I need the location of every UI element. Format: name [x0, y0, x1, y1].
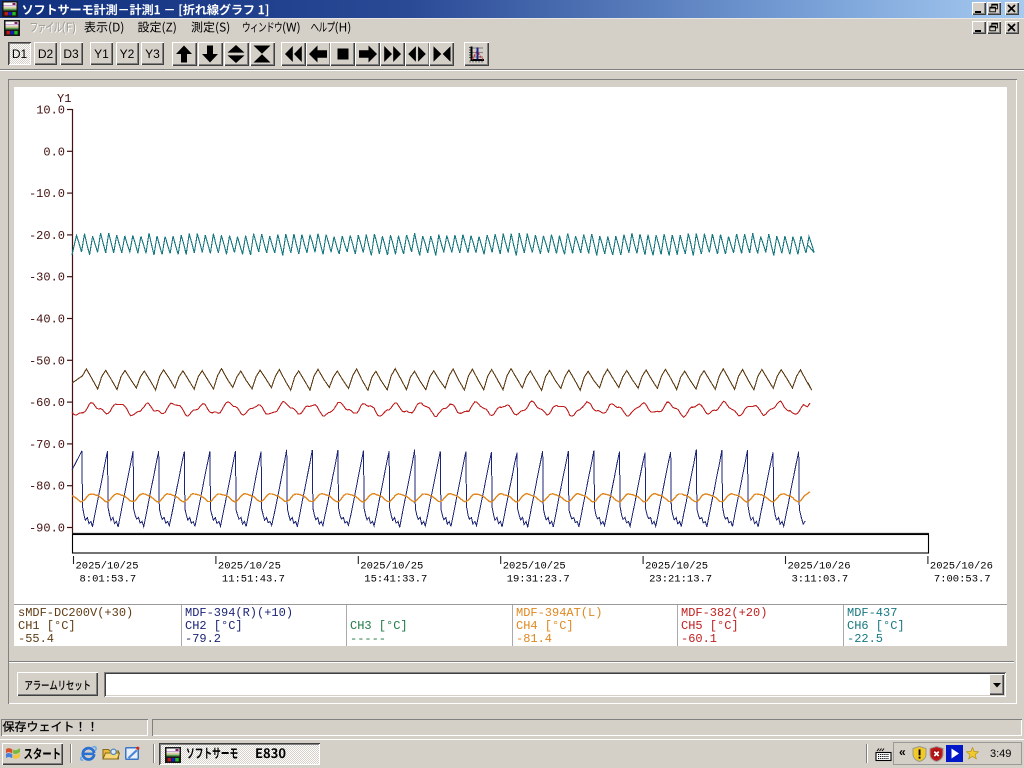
- svg-text:2025/10/25: 2025/10/25: [645, 561, 708, 573]
- svg-text:-50.0: -50.0: [29, 354, 65, 368]
- svg-text:11:51:43.7: 11:51:43.7: [222, 574, 285, 586]
- svg-text:8:01:53.7: 8:01:53.7: [80, 574, 137, 586]
- svg-text:3:11:03.7: 3:11:03.7: [792, 574, 849, 586]
- svg-text:-90.0: -90.0: [29, 522, 65, 536]
- svg-text:-40.0: -40.0: [29, 313, 65, 327]
- svg-text:-80.0: -80.0: [29, 480, 65, 494]
- svg-text:2025/10/25: 2025/10/25: [360, 561, 423, 573]
- svg-text:-20.0: -20.0: [29, 229, 65, 243]
- svg-text:2025/10/26: 2025/10/26: [788, 561, 851, 573]
- svg-text:2025/10/26: 2025/10/26: [930, 561, 993, 573]
- svg-text:10.0: 10.0: [36, 104, 65, 118]
- svg-text:-30.0: -30.0: [29, 271, 65, 285]
- svg-text:7:00:53.7: 7:00:53.7: [934, 574, 991, 586]
- svg-text:23:21:13.7: 23:21:13.7: [649, 574, 712, 586]
- svg-text:0.0: 0.0: [43, 145, 65, 159]
- svg-text:2025/10/25: 2025/10/25: [76, 561, 139, 573]
- svg-text:-60.0: -60.0: [29, 396, 65, 410]
- svg-text:-70.0: -70.0: [29, 438, 65, 452]
- svg-text:2025/10/25: 2025/10/25: [503, 561, 566, 573]
- svg-text:15:41:33.7: 15:41:33.7: [364, 574, 427, 586]
- svg-text:2025/10/25: 2025/10/25: [218, 561, 281, 573]
- svg-text:19:31:23.7: 19:31:23.7: [507, 574, 570, 586]
- svg-text:-10.0: -10.0: [29, 187, 65, 201]
